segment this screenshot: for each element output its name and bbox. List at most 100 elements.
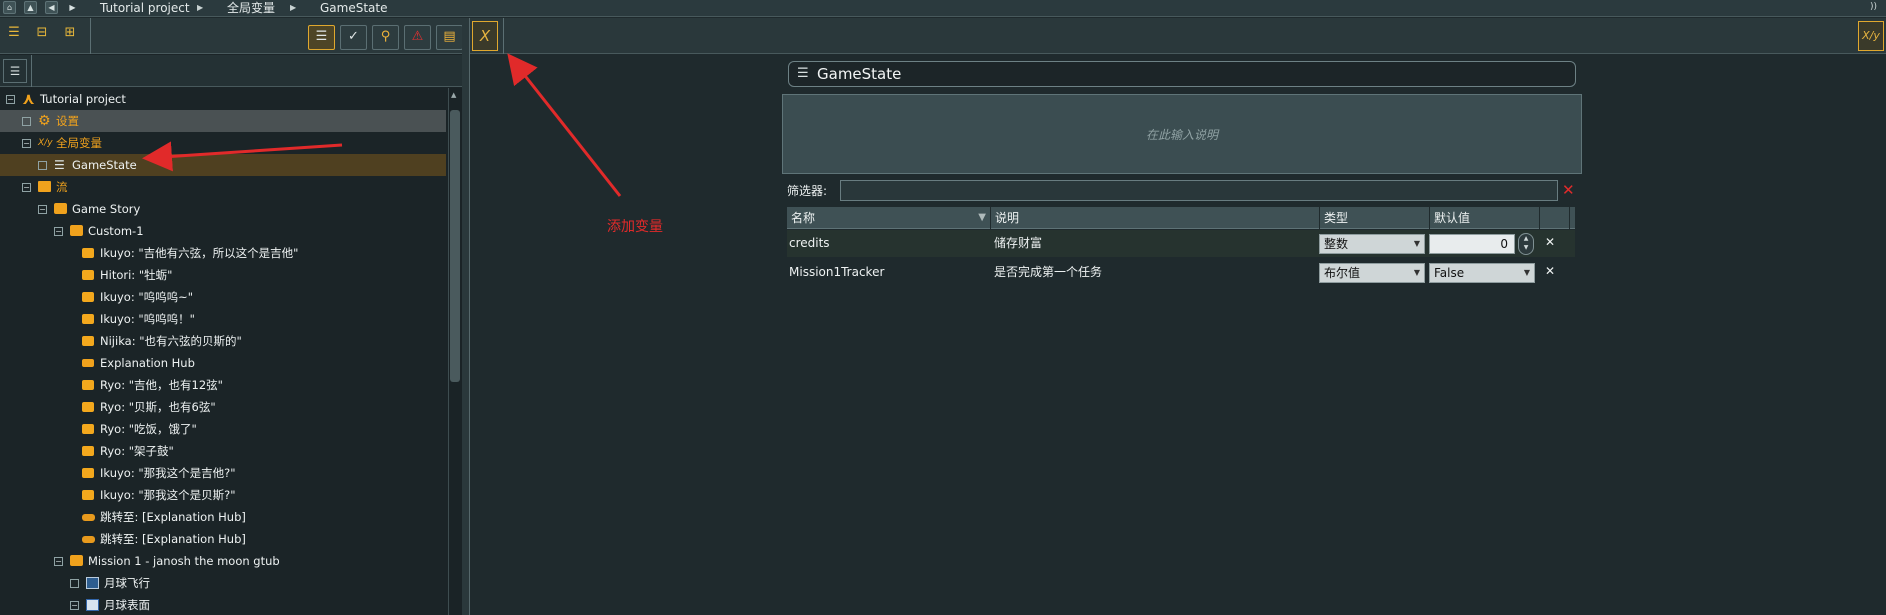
dialogue-icon — [82, 380, 94, 390]
tree-item[interactable]: Ikuyo: "呜呜呜~" — [0, 286, 446, 308]
tree-item[interactable]: − 流 — [0, 176, 446, 198]
collapse-toggle-icon[interactable]: − — [70, 601, 79, 610]
home-icon[interactable]: ⌂ — [3, 1, 16, 14]
table-row[interactable]: Mission1Tracker 是否完成第一个任务 布尔值 ▼ False ▼ ✕ — [787, 259, 1575, 286]
tree-item-label: Mission 1 - janosh the moon gtub — [88, 554, 280, 568]
tree-item[interactable]: − Game Story — [0, 198, 446, 220]
folder-icon — [70, 225, 83, 236]
tree-item-label: Ryo: "吃饭，饿了" — [100, 422, 197, 436]
type-dropdown-value: 整数 — [1324, 237, 1349, 251]
default-value-dropdown[interactable]: False ▼ — [1429, 263, 1535, 283]
tree-item-label: Ryo: "架子鼓" — [100, 444, 174, 458]
tree-item[interactable]: Ikuyo: "那我这个是吉他?" — [0, 462, 446, 484]
tree-item[interactable]: ⚙ 设置 — [0, 110, 446, 132]
feed-icon[interactable]: )) — [1870, 2, 1882, 14]
list-icon: ☰ — [54, 158, 65, 172]
up-icon[interactable]: ▲ — [24, 1, 37, 14]
panel-splitter[interactable] — [462, 18, 470, 615]
dialogue-icon — [82, 446, 94, 456]
breadcrumb-item[interactable]: GameState — [320, 1, 388, 15]
search-icon[interactable]: ⚲ — [372, 25, 399, 50]
gear-icon: ⚙ — [38, 113, 51, 129]
default-value-input[interactable]: 0 — [1429, 234, 1515, 254]
tree-item[interactable]: Ryo: "架子鼓" — [0, 440, 446, 462]
collapse-toggle-icon[interactable]: − — [54, 557, 63, 566]
breadcrumb-item[interactable]: 全局变量 — [227, 1, 275, 15]
variable-name-cell[interactable]: Mission1Tracker — [789, 259, 884, 286]
tree-scrollbar-thumb[interactable] — [450, 110, 460, 382]
notes-icon[interactable]: ▤ — [436, 25, 463, 50]
jump-icon — [82, 536, 95, 543]
number-spinner-icon[interactable]: ▲ ▼ — [1518, 233, 1534, 255]
tree-item[interactable]: Ryo: "吃饭，饿了" — [0, 418, 446, 440]
tree-item[interactable]: 跳转至: [Explanation Hub] — [0, 506, 446, 528]
expand-icon[interactable]: ⊞ — [58, 22, 82, 46]
type-dropdown[interactable]: 整数 ▼ — [1319, 234, 1425, 254]
editor-toolbar: X X/y — [470, 18, 1886, 54]
list-icon: ☰ — [797, 66, 809, 81]
clear-filter-icon[interactable]: ✕ — [1562, 181, 1575, 199]
tree-item-label: 跳转至: [Explanation Hub] — [100, 532, 246, 546]
expand-all-icon[interactable]: ☰ — [2, 22, 26, 46]
collapse-icon[interactable]: ⊟ — [30, 22, 54, 46]
tree-item-label: GameState — [72, 158, 137, 172]
tree-item[interactable]: − X/y 全局变量 — [0, 132, 446, 154]
tree-item[interactable]: Nijika: "也有六弦的贝斯的" — [0, 330, 446, 352]
xy-icon[interactable]: X/y — [1858, 21, 1884, 51]
filter-label: 筛选器: — [787, 184, 828, 198]
variable-x-icon[interactable]: X — [472, 21, 498, 51]
variables-table-header: 名称 ▼ 说明 类型 默认值 — [787, 207, 1575, 229]
tree-item-label: 跳转至: [Explanation Hub] — [100, 510, 246, 524]
column-header-default[interactable]: 默认值 — [1430, 207, 1540, 229]
variable-description-cell[interactable]: 是否完成第一个任务 — [994, 259, 1102, 286]
variable-icon: X/y — [38, 138, 53, 148]
scroll-up-icon[interactable]: ▲ — [451, 91, 456, 99]
tree-item[interactable]: 月球飞行 — [0, 572, 446, 594]
tree-item[interactable]: ☰ GameState — [0, 154, 446, 176]
filter-list-icon[interactable]: ☰ — [308, 25, 335, 50]
tree-item-label: Ikuyo: "吉他有六弦，所以这个是吉他" — [100, 246, 299, 260]
delete-variable-icon[interactable]: ✕ — [1545, 258, 1555, 285]
forward-icon[interactable]: ▶ — [66, 1, 79, 14]
tree-item[interactable]: − Mission 1 - janosh the moon gtub — [0, 550, 446, 572]
column-header-type[interactable]: 类型 — [1320, 207, 1430, 229]
collapse-toggle-icon[interactable]: − — [6, 95, 15, 104]
tree-item-label: 设置 — [56, 114, 79, 128]
leaf-box-icon — [38, 161, 47, 170]
collapse-toggle-icon[interactable]: − — [22, 183, 31, 192]
check-icon[interactable]: ✓ — [340, 25, 367, 50]
list-view-icon[interactable]: ☰ — [3, 59, 27, 83]
variable-name-cell[interactable]: credits — [789, 230, 830, 257]
type-dropdown[interactable]: 布尔值 ▼ — [1319, 263, 1425, 283]
project-icon: ⋏ — [22, 89, 35, 108]
tree-item[interactable]: − ⋏ Tutorial project — [0, 88, 446, 110]
tree-item[interactable]: − 月球表面 — [0, 594, 446, 615]
tree-item[interactable]: Hitori: "牡蛎" — [0, 264, 446, 286]
tree-item[interactable]: Ikuyo: "吉他有六弦，所以这个是吉他" — [0, 242, 446, 264]
breadcrumb-item[interactable]: Tutorial project — [100, 1, 190, 15]
tree-item[interactable]: − Custom-1 — [0, 220, 446, 242]
tree-item-label: Nijika: "也有六弦的贝斯的" — [100, 334, 242, 348]
table-row[interactable]: credits 储存财富 整数 ▼ 0 ▲ ▼ ✕ — [787, 230, 1575, 257]
collapse-toggle-icon[interactable]: − — [54, 227, 63, 236]
delete-variable-icon[interactable]: ✕ — [1545, 229, 1555, 256]
column-header-description[interactable]: 说明 — [991, 207, 1320, 229]
back-icon[interactable]: ◀ — [45, 1, 58, 14]
tree-item[interactable]: Ryo: "贝斯，也有6弦" — [0, 396, 446, 418]
dialogue-icon — [82, 270, 94, 280]
tree-item[interactable]: Ikuyo: "呜呜呜！" — [0, 308, 446, 330]
collapse-toggle-icon[interactable]: − — [38, 205, 47, 214]
warning-icon[interactable]: ⚠ — [404, 25, 431, 50]
image-icon — [86, 577, 99, 589]
description-field[interactable]: 在此输入说明 — [782, 94, 1582, 174]
tree-item[interactable]: Ryo: "吉他，也有12弦" — [0, 374, 446, 396]
tree-item[interactable]: Explanation Hub — [0, 352, 446, 374]
column-header-name[interactable]: 名称 ▼ — [787, 207, 991, 229]
collapse-toggle-icon[interactable]: − — [22, 139, 31, 148]
variable-description-cell[interactable]: 储存财富 — [994, 230, 1042, 257]
default-value-dropdown-value: False — [1434, 266, 1465, 280]
variable-set-title-field[interactable]: ☰ GameState — [788, 61, 1576, 87]
tree-item[interactable]: Ikuyo: "那我这个是贝斯?" — [0, 484, 446, 506]
tree-item[interactable]: 跳转至: [Explanation Hub] — [0, 528, 446, 550]
filter-input[interactable] — [840, 180, 1558, 201]
